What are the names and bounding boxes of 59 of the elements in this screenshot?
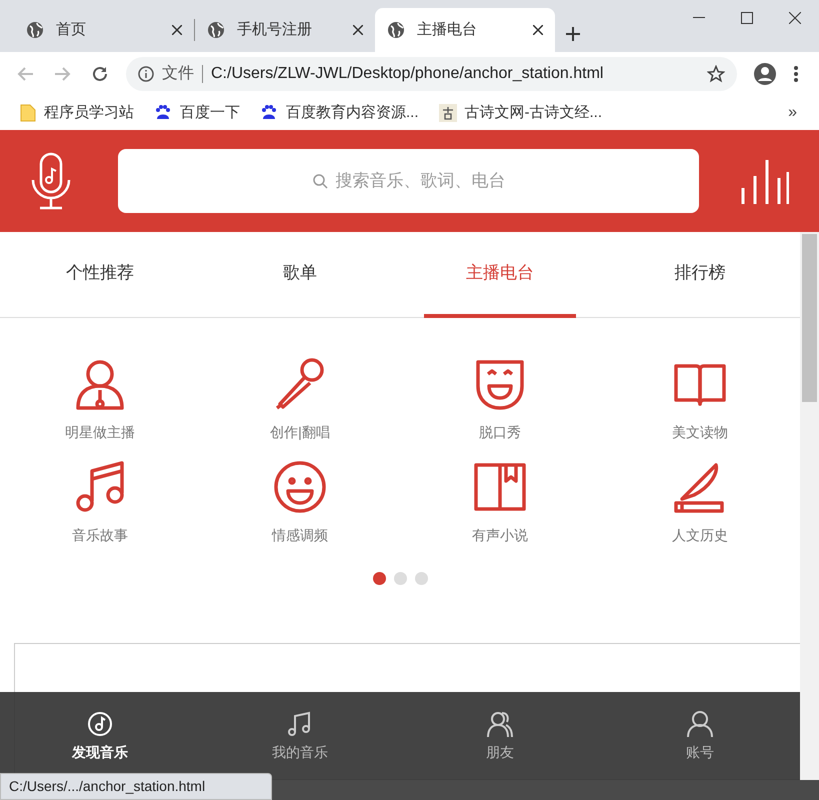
search-icon	[312, 173, 328, 189]
tab-title: 主播电台	[417, 20, 478, 40]
category-item[interactable]: 人文历史	[600, 459, 800, 546]
profile-icon[interactable]	[753, 62, 777, 86]
search-field[interactable]: 搜索音乐、歌词、电台	[118, 149, 699, 213]
smiley-face-icon	[272, 459, 328, 515]
browser-tab[interactable]: 首页	[14, 8, 194, 52]
bottom-nav-item[interactable]: 账号	[600, 692, 800, 780]
browser-tab[interactable]: 手机号注册	[195, 8, 375, 52]
address-label: 文件	[162, 64, 194, 84]
two-people-icon	[486, 710, 514, 738]
more-bookmarks-button[interactable]: »	[788, 101, 797, 125]
microphone-logo-icon	[30, 152, 72, 210]
bookmark[interactable]: 百度一下	[154, 102, 240, 124]
person-icon	[686, 710, 714, 738]
bookmark[interactable]: 程序员学习站	[20, 102, 134, 124]
search-input[interactable]: 搜索音乐、歌词、电台	[336, 168, 506, 194]
bookmark[interactable]: 古诗文网-古诗文经...	[438, 102, 602, 124]
character-icon	[438, 104, 457, 122]
new-tab-button[interactable]	[565, 26, 581, 42]
equalizer-icon[interactable]	[741, 158, 789, 204]
tab-title: 手机号注册	[237, 20, 313, 40]
category-item[interactable]: 脱口秀	[400, 356, 600, 443]
close-tab-icon[interactable]	[172, 25, 182, 35]
status-url-tooltip: C:/Users/.../anchor_station.html	[0, 773, 272, 800]
tab-title: 首页	[56, 20, 87, 40]
maximize-icon[interactable]	[741, 12, 753, 24]
nav-tab[interactable]: 主播电台	[424, 232, 576, 318]
globe-icon	[26, 21, 44, 39]
bottom-nav-item[interactable]: 朋友	[400, 692, 600, 780]
vertical-scrollbar[interactable]	[800, 232, 819, 780]
globe-icon	[387, 21, 405, 39]
nav-tab[interactable]: 排行榜	[624, 232, 776, 318]
scrollbar-thumb[interactable]	[802, 234, 817, 402]
category-item[interactable]: 音乐故事	[0, 459, 200, 546]
bookmark[interactable]: 百度教育内容资源...	[260, 102, 419, 124]
category-item[interactable]: 创作|翻唱	[200, 356, 400, 443]
menu-icon[interactable]	[793, 65, 799, 83]
music-disc-icon	[86, 710, 114, 738]
info-icon	[138, 66, 154, 82]
close-tab-icon[interactable]	[533, 25, 543, 35]
reload-icon[interactable]	[90, 64, 110, 84]
nav-tab[interactable]: 个性推荐	[24, 232, 176, 318]
category-item[interactable]: 有声小说	[400, 459, 600, 546]
nav-tab[interactable]: 歌单	[224, 232, 376, 318]
star-icon[interactable]	[707, 65, 725, 83]
address-bar[interactable]: 文件 C:/Users/ZLW-JWL/Desktop/phone/anchor_station.html	[126, 57, 737, 91]
paw-icon	[154, 104, 172, 122]
folder-icon	[20, 104, 36, 122]
paw-icon	[260, 104, 278, 122]
close-tab-icon[interactable]	[353, 25, 363, 35]
category-item[interactable]: 美文读物	[600, 356, 800, 443]
category-item[interactable]: 情感调频	[200, 459, 400, 546]
address-url: C:/Users/ZLW-JWL/Desktop/phone/anchor_station.html	[211, 64, 604, 84]
category-item[interactable]: 明星做主播	[0, 356, 200, 443]
globe-icon	[207, 21, 225, 39]
browser-tab[interactable]: 主播电台	[375, 8, 555, 52]
close-icon[interactable]	[789, 12, 801, 24]
minimize-icon[interactable]	[693, 17, 705, 19]
